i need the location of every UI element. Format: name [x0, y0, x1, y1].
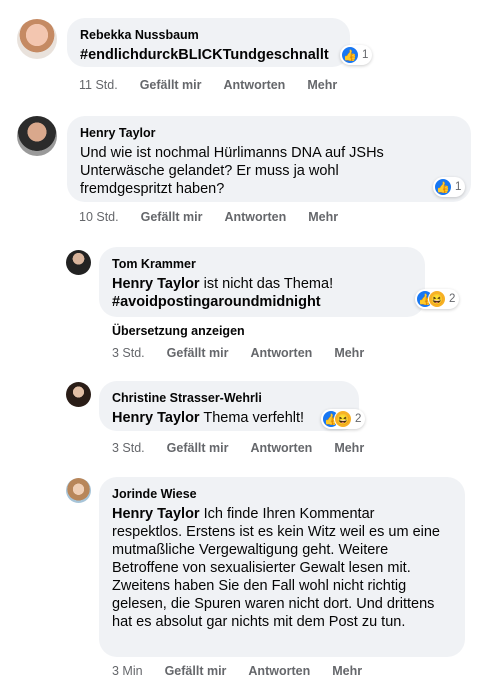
- comment-actions: 10 Std. Gefällt mir Antworten Mehr: [79, 210, 360, 224]
- timestamp[interactable]: 3 Std.: [112, 441, 145, 455]
- avatar[interactable]: [66, 250, 91, 275]
- timestamp[interactable]: 10 Std.: [79, 210, 119, 224]
- reaction-count: 1: [362, 49, 369, 61]
- comment-actions: 3 Std. Gefällt mir Antworten Mehr: [112, 441, 386, 455]
- translate-link[interactable]: Übersetzung anzeigen: [112, 324, 245, 338]
- comment-text: Und wie ist nochmal Hürlimanns DNA auf J…: [80, 145, 384, 197]
- timestamp[interactable]: 11 Std.: [79, 78, 118, 92]
- thumbs-up-icon: 👍: [341, 46, 359, 64]
- more-button[interactable]: Mehr: [334, 441, 364, 455]
- comment-bubble: Rebekka Nussbaum #endlichdurckBLICKTundg…: [67, 18, 350, 67]
- hashtag[interactable]: #avoidpostingaroundmidnight: [112, 293, 412, 311]
- text-span: ist nicht das Thema!: [199, 276, 334, 292]
- avatar[interactable]: [17, 116, 57, 156]
- comment-bubble: Tom Krammer Henry Taylor ist nicht das T…: [99, 247, 425, 317]
- reaction-badge[interactable]: 👍 1: [340, 45, 373, 65]
- laughing-face-icon: 😆: [334, 410, 352, 428]
- reaction-count: 2: [355, 413, 362, 425]
- more-button[interactable]: Mehr: [307, 78, 337, 92]
- reaction-badge[interactable]: 👍 😆 2: [415, 289, 460, 309]
- comment-text: #endlichdurckBLICKTundgeschnallt: [80, 47, 329, 63]
- like-button[interactable]: Gefällt mir: [141, 210, 203, 224]
- reply-button[interactable]: Antworten: [224, 78, 286, 92]
- reaction-count: 2: [449, 293, 456, 305]
- comment-author[interactable]: Tom Krammer: [112, 256, 412, 272]
- avatar[interactable]: [66, 382, 91, 407]
- comment-text: Henry Taylor ist nicht das Thema!: [112, 275, 412, 293]
- comment-text: Henry Taylor Ich finde Ihren Kommentar r…: [112, 505, 446, 631]
- more-button[interactable]: Mehr: [308, 210, 338, 224]
- avatar[interactable]: [66, 478, 91, 503]
- text-span: Ich finde Ihren Kommentar respektlos. Er…: [112, 506, 440, 630]
- like-button[interactable]: Gefällt mir: [167, 441, 229, 455]
- avatar[interactable]: [17, 19, 57, 59]
- like-button[interactable]: Gefällt mir: [167, 346, 229, 360]
- like-button[interactable]: Gefällt mir: [165, 664, 227, 678]
- reply-button[interactable]: Antworten: [224, 210, 286, 224]
- mention-link[interactable]: Henry Taylor: [112, 410, 200, 426]
- comment-bubble: Henry Taylor Und wie ist nochmal Hürlima…: [67, 116, 471, 202]
- comment-actions: 3 Min Gefällt mir Antworten Mehr: [112, 664, 384, 678]
- reaction-badge[interactable]: 👍 1: [433, 177, 466, 197]
- comment-author[interactable]: Christine Strasser-Wehrli: [112, 390, 346, 406]
- timestamp[interactable]: 3 Std.: [112, 346, 145, 360]
- comment-actions: 3 Std. Gefällt mir Antworten Mehr: [112, 346, 386, 360]
- reply-button[interactable]: Antworten: [251, 346, 313, 360]
- text-span: Thema verfehlt!: [199, 410, 305, 426]
- reaction-badge[interactable]: 👍 😆 2: [321, 409, 366, 429]
- comment-actions: 11 Std. Gefällt mir Antworten Mehr: [79, 78, 359, 92]
- comment-text: Henry Taylor Thema verfehlt!: [112, 409, 346, 427]
- comment-author[interactable]: Henry Taylor: [80, 125, 458, 141]
- more-button[interactable]: Mehr: [332, 664, 362, 678]
- reply-button[interactable]: Antworten: [251, 441, 313, 455]
- comment-author[interactable]: Jorinde Wiese: [112, 486, 452, 502]
- reaction-count: 1: [455, 181, 462, 193]
- timestamp[interactable]: 3 Min: [112, 664, 143, 678]
- comment-bubble: Jorinde Wiese Henry Taylor Ich finde Ihr…: [99, 477, 465, 657]
- comment-author[interactable]: Rebekka Nussbaum: [80, 27, 337, 43]
- thumbs-up-icon: 👍: [434, 178, 452, 196]
- more-button[interactable]: Mehr: [334, 346, 364, 360]
- mention-link[interactable]: Henry Taylor: [112, 506, 200, 522]
- like-button[interactable]: Gefällt mir: [140, 78, 202, 92]
- mention-link[interactable]: Henry Taylor: [112, 276, 200, 292]
- laughing-face-icon: 😆: [428, 290, 446, 308]
- reply-button[interactable]: Antworten: [248, 664, 310, 678]
- comment-bubble: Christine Strasser-Wehrli Henry Taylor T…: [99, 381, 359, 431]
